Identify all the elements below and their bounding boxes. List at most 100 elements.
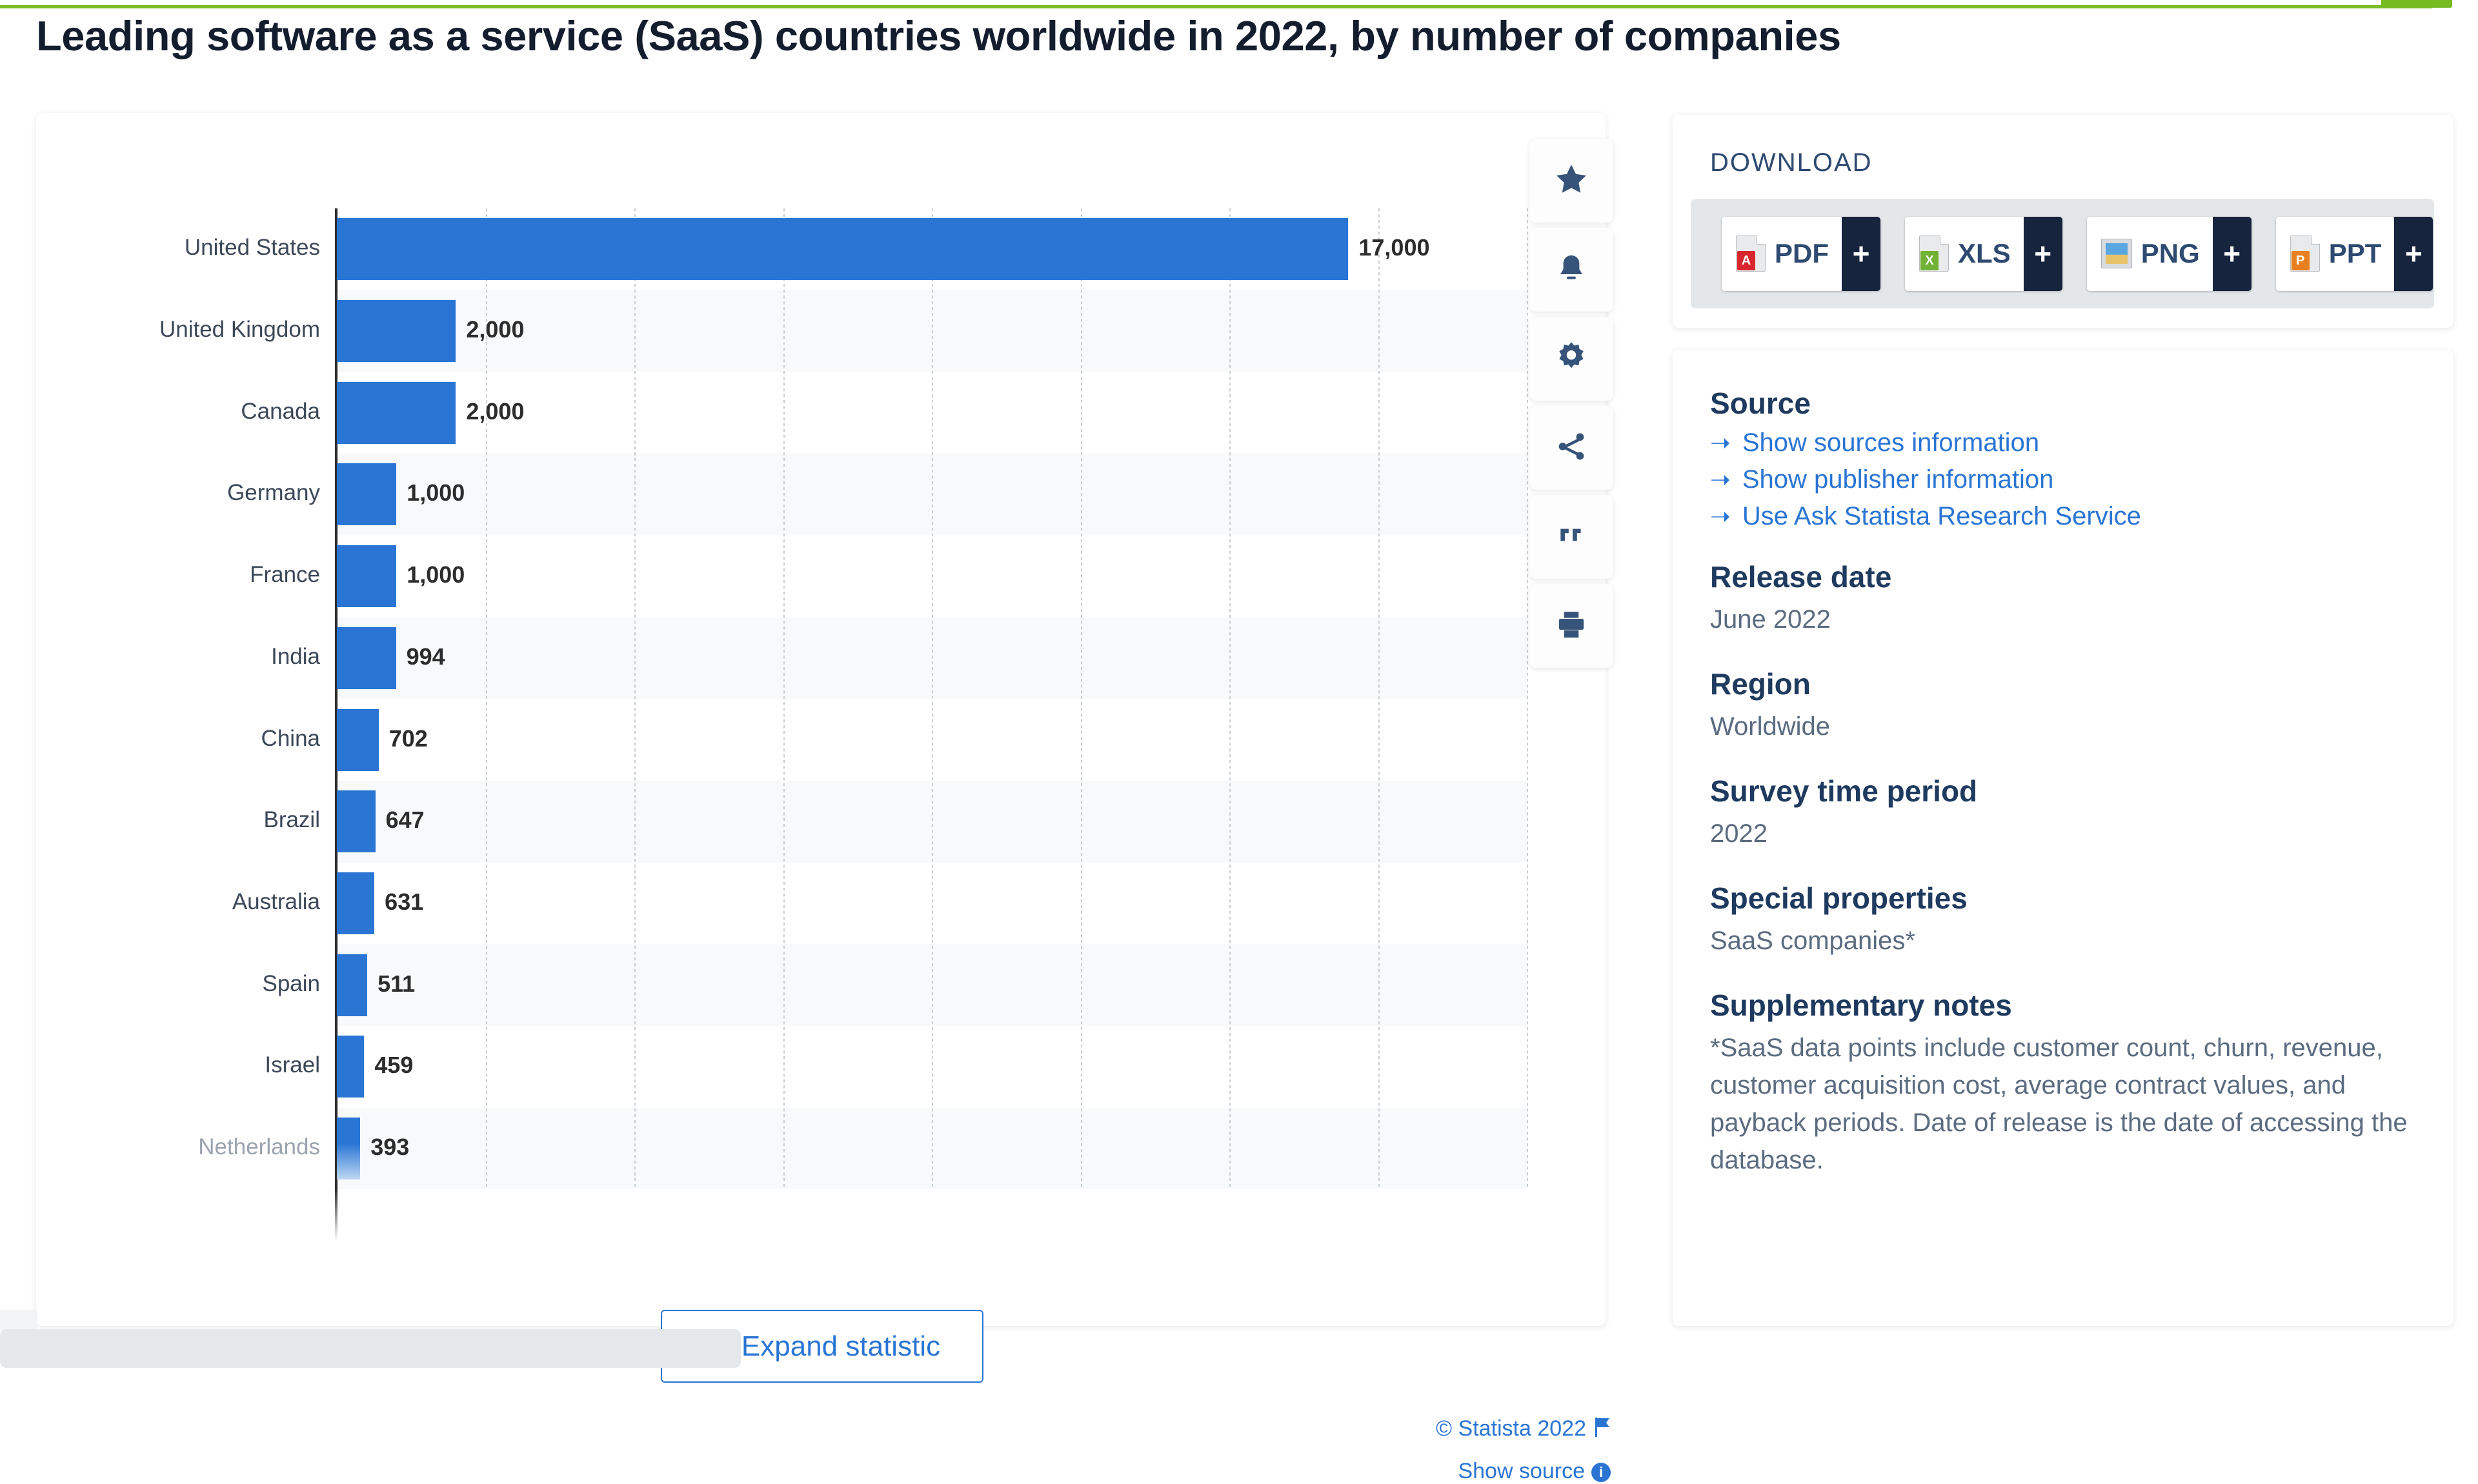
bar[interactable] [337,1036,365,1098]
y-axis-fade [335,1189,337,1241]
chart-card: 17,000 2,000 2,000 1,000 1,000 994 702 647 631 51… [36,113,1611,1483]
ppt-file-icon: P [2290,236,2320,272]
show-publisher-information-label: Show publisher information [1742,465,2054,494]
gridline [932,208,933,1189]
bar-value-label: 1,000 [407,561,465,588]
arrow-right-icon: ➝ [1710,503,1731,530]
download-xls-label: XLS [1958,238,2011,268]
category-label: France [250,562,320,588]
bar-value-label: 511 [378,970,416,997]
download-pdf-button[interactable]: A PDF + [1722,216,1880,291]
download-ppt-button[interactable]: P PPT + [2275,216,2433,291]
bar-value-label: 1,000 [407,479,465,506]
favorite-star-icon-button[interactable] [1529,139,1613,223]
brand-green-tab [2381,0,2452,8]
settings-gear-icon-button[interactable] [1529,317,1613,401]
show-publisher-information-link[interactable]: ➝ Show publisher information [1710,465,2416,494]
bar-value-label: 647 [385,807,425,834]
bar[interactable] [337,790,376,853]
gridline [1527,208,1528,1189]
category-label: China [261,725,320,751]
statista-credit: © Statista 2022 [1391,1416,1611,1443]
show-source-label: Show source [1458,1459,1585,1483]
special-properties-value: SaaS companies* [1710,927,1915,955]
bar[interactable] [337,381,456,444]
gridline [634,208,636,1189]
release-date-value: June 2022 [1710,605,1831,634]
print-icon [1554,607,1589,645]
supplementary-notes-value: *SaaS data points include customer count… [1710,1034,2408,1174]
region-value: Worldwide [1710,712,1830,741]
supplementary-notes-heading: Supplementary notes [1710,988,2012,1022]
download-ppt-options-button[interactable]: + [2394,216,2433,291]
release-date-block: Release date June 2022 [1710,559,2416,638]
bottom-panel-notch [0,1310,37,1330]
citation-quote-icon-button[interactable] [1529,495,1613,579]
xls-file-icon: X [1919,236,1949,272]
release-date-heading: Release date [1710,560,1892,594]
gridline [783,208,785,1189]
download-buttons: A PDF + X XLS + PNG + P PPT + [1691,199,2434,308]
download-png-options-button[interactable]: + [2212,216,2251,291]
survey-time-period-block: Survey time period 2022 [1710,774,2416,852]
source-heading: Source [1710,386,1811,420]
share-icon-button[interactable] [1529,406,1613,490]
info-icon: i [1591,1463,1611,1482]
show-source-link[interactable]: Show source i [1378,1459,1611,1484]
ask-statista-research-service-link[interactable]: ➝ Use Ask Statista Research Service [1710,502,2416,531]
statista-credit-text: © Statista 2022 [1436,1416,1586,1441]
download-heading: DOWNLOAD [1710,148,1873,177]
bar-value-label: 17,000 [1358,234,1430,261]
category-label: Australia [232,888,320,914]
bar-value-label: 2,000 [466,397,525,425]
bar[interactable] [337,300,456,363]
bar[interactable] [337,954,368,1016]
download-pdf-options-button[interactable]: + [1842,216,1880,291]
notification-bell-icon-button[interactable] [1529,228,1613,312]
gridline [1378,208,1380,1189]
survey-time-period-heading: Survey time period [1710,774,1978,808]
bar[interactable] [337,627,396,689]
download-xls-button[interactable]: X XLS + [1905,216,2062,291]
print-icon-button[interactable] [1529,584,1613,668]
brand-green-strip [0,5,2432,8]
gridline [485,208,487,1189]
category-label: Canada [241,398,320,424]
bar-value-label: 2,000 [466,316,525,343]
bar[interactable] [337,545,397,608]
download-pdf-label: PDF [1775,238,1829,268]
category-label: United Kingdom [159,317,320,343]
gridline [1229,208,1231,1189]
bar-value-label: 702 [388,725,428,752]
chart-plot-area: 17,000 2,000 2,000 1,000 1,000 994 702 647 631 51… [36,152,1528,1241]
gridline [1080,208,1082,1189]
survey-time-period-value: 2022 [1710,819,1768,848]
show-sources-information-link[interactable]: ➝ Show sources information [1710,428,2416,457]
png-image-icon [2100,239,2132,268]
category-label: Netherlands [198,1134,320,1160]
category-label: Brazil [263,807,320,833]
bar[interactable] [337,708,379,771]
special-properties-heading: Special properties [1710,881,1968,915]
download-xls-options-button[interactable]: + [2023,216,2062,291]
pdf-file-icon: A [1736,236,1766,272]
special-properties-block: Special properties SaaS companies* [1710,881,2416,959]
citation-quote-icon [1555,519,1587,555]
bar[interactable] [337,463,397,526]
category-label: Germany [227,480,320,506]
flag-icon[interactable] [1594,1418,1611,1443]
bar[interactable] [337,218,1349,281]
bar[interactable] [337,1118,361,1180]
bar[interactable] [337,872,375,934]
download-png-button[interactable]: PNG + [2086,216,2251,291]
category-label: Israel [265,1052,320,1078]
bar-value-label: 459 [374,1052,414,1079]
bar-value-label: 994 [406,643,445,670]
region-block: Region Worldwide [1710,667,2416,745]
category-label: Spain [262,970,320,996]
metadata-card: Source ➝ Show sources information ➝ Show… [1673,350,2453,1326]
category-label: India [271,643,320,669]
download-ppt-label: PPT [2328,238,2382,268]
notification-bell-icon [1554,251,1589,289]
bar-value-label: 393 [370,1134,410,1161]
